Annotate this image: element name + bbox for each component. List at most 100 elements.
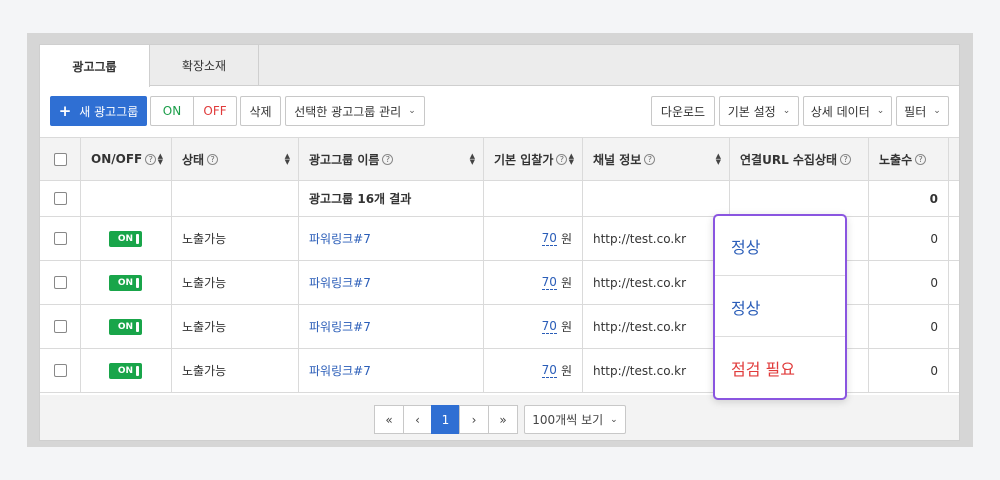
on-button[interactable]: ON xyxy=(151,97,194,125)
default-settings-label: 기본 설정 xyxy=(727,104,776,119)
pagination-bar: « ‹ 1 › » 100개씩 보기 ⌄ xyxy=(40,395,959,440)
new-ad-group-label: 새 광고그룹 xyxy=(79,104,139,119)
row-bid-cell: 70 원 xyxy=(484,261,583,304)
delete-button[interactable]: 삭제 xyxy=(240,96,281,126)
bid-unit: 원 xyxy=(560,276,572,290)
off-button[interactable]: OFF xyxy=(194,97,236,125)
onoff-toggle[interactable]: ON xyxy=(109,362,142,379)
default-settings-dropdown[interactable]: 기본 설정 ⌄ xyxy=(719,96,799,126)
page-1-button[interactable]: 1 xyxy=(431,405,460,434)
sort-icon[interactable]: ▲ ▼ xyxy=(470,153,475,166)
row-impressions: 0 xyxy=(869,261,949,304)
help-icon[interactable]: ? xyxy=(840,153,852,165)
chevron-down-icon: ⌄ xyxy=(610,414,618,425)
header-name[interactable]: 광고그룹 이름? ▲ ▼ xyxy=(299,138,484,180)
select-all-checkbox[interactable] xyxy=(53,152,67,166)
row-checkbox[interactable] xyxy=(53,232,67,245)
new-ad-group-button[interactable]: + 새 광고그룹 xyxy=(50,96,147,126)
row-impressions: 0 xyxy=(869,349,949,392)
detail-data-label: 상세 데이터 xyxy=(810,104,870,119)
bid-value[interactable]: 70 xyxy=(541,275,557,290)
summary-cell xyxy=(484,181,583,216)
page-size-dropdown[interactable]: 100개씩 보기 ⌄ xyxy=(524,405,626,434)
row-status: 노출가능 xyxy=(172,261,299,304)
row-bid-cell: 70 원 xyxy=(484,349,583,392)
row-status: 노출가능 xyxy=(172,305,299,348)
manage-selected-label: 선택한 광고그룹 관리 xyxy=(294,104,402,119)
header-onoff[interactable]: ON/OFF? ▲ ▼ xyxy=(81,138,172,180)
row-checkbox[interactable] xyxy=(53,320,67,333)
summary-cell xyxy=(949,181,959,216)
row-onoff-cell: ON xyxy=(81,217,172,260)
header-status[interactable]: 상태? ▲ ▼ xyxy=(172,138,299,180)
help-icon[interactable]: ? xyxy=(915,153,927,165)
url-status-popup: 정상 정상 점검 필요 xyxy=(713,214,847,400)
row-checkbox-cell xyxy=(40,305,81,348)
summary-cell xyxy=(730,181,869,216)
url-status-option[interactable]: 점검 필요 xyxy=(715,338,845,398)
summary-cell xyxy=(583,181,730,216)
manage-selected-dropdown[interactable]: 선택한 광고그룹 관리 ⌄ xyxy=(285,96,425,126)
onoff-toggle[interactable]: ON xyxy=(109,318,142,335)
bid-unit: 원 xyxy=(560,320,572,334)
header-url-status[interactable]: 연결URL 수집상태? xyxy=(730,138,869,180)
ad-group-name-link[interactable]: 파워링크#7 xyxy=(309,230,371,247)
summary-label: 광고그룹 16개 결과 xyxy=(299,181,484,216)
delete-label: 삭제 xyxy=(249,104,272,119)
sort-icon[interactable]: ▲ ▼ xyxy=(285,153,290,166)
help-icon[interactable]: ? xyxy=(145,153,157,165)
sort-icon[interactable]: ▲ ▼ xyxy=(158,153,163,166)
bid-value[interactable]: 70 xyxy=(541,363,557,378)
summary-impressions: 0 xyxy=(869,181,949,216)
ad-group-name-link[interactable]: 파워링크#7 xyxy=(309,362,371,379)
row-name-cell: 파워링크#7 xyxy=(299,261,484,304)
row-channel: http://test.co.kr xyxy=(583,217,730,260)
first-page-button[interactable]: « xyxy=(374,405,404,434)
help-icon[interactable]: ? xyxy=(644,153,656,165)
url-status-option[interactable]: 정상 xyxy=(715,277,845,337)
help-icon[interactable]: ? xyxy=(207,153,219,165)
row-checkbox-cell xyxy=(40,261,81,304)
header-bid[interactable]: 기본 입찰가? ▲ ▼ xyxy=(484,138,583,180)
header-channel[interactable]: 채널 정보? ▲ ▼ xyxy=(583,138,730,180)
header-channel-label: 채널 정보 xyxy=(593,152,642,167)
last-page-button[interactable]: » xyxy=(488,405,518,434)
sort-icon[interactable]: ▲ ▼ xyxy=(569,153,574,166)
bid-value[interactable]: 70 xyxy=(541,319,557,334)
row-channel: http://test.co.kr xyxy=(583,261,730,304)
header-overflow-cell xyxy=(949,138,959,180)
download-button[interactable]: 다운로드 xyxy=(651,96,715,126)
row-onoff-cell: ON xyxy=(81,349,172,392)
onoff-toggle[interactable]: ON xyxy=(109,274,142,291)
next-page-button[interactable]: › xyxy=(459,405,489,434)
summary-checkbox[interactable] xyxy=(53,192,67,205)
onoff-toggle[interactable]: ON xyxy=(109,230,142,247)
row-name-cell: 파워링크#7 xyxy=(299,349,484,392)
table-header-row: ON/OFF? ▲ ▼ 상태? ▲ ▼ 광고그룹 이름? ▲ ▼ 기본 입찰가? ▲ ▼ 채널 … xyxy=(40,137,959,181)
header-checkbox-cell xyxy=(40,138,81,180)
sort-icon[interactable]: ▲ ▼ xyxy=(716,153,721,166)
header-status-label: 상태 xyxy=(182,152,205,167)
row-onoff-cell: ON xyxy=(81,261,172,304)
tab-ad-group[interactable]: 광고그룹 xyxy=(40,45,150,87)
help-icon[interactable]: ? xyxy=(382,153,394,165)
bid-value[interactable]: 70 xyxy=(541,231,557,246)
filter-dropdown[interactable]: 필터 ⌄ xyxy=(896,96,949,126)
row-bid-cell: 70 원 xyxy=(484,217,583,260)
tab-extension[interactable]: 확장소재 xyxy=(150,45,259,86)
filter-label: 필터 xyxy=(904,104,927,119)
row-checkbox[interactable] xyxy=(53,276,67,289)
download-label: 다운로드 xyxy=(660,104,706,119)
url-status-option[interactable]: 정상 xyxy=(715,216,845,276)
header-impressions[interactable]: 노출수? xyxy=(869,138,949,180)
prev-page-button[interactable]: ‹ xyxy=(403,405,432,434)
detail-data-dropdown[interactable]: 상세 데이터 ⌄ xyxy=(803,96,892,126)
ad-group-name-link[interactable]: 파워링크#7 xyxy=(309,318,371,335)
row-checkbox[interactable] xyxy=(53,364,67,377)
help-icon[interactable]: ? xyxy=(556,153,568,165)
summary-cell xyxy=(81,181,172,216)
row-impressions: 0 xyxy=(869,305,949,348)
row-onoff-cell: ON xyxy=(81,305,172,348)
ad-group-name-link[interactable]: 파워링크#7 xyxy=(309,274,371,291)
header-name-label: 광고그룹 이름 xyxy=(309,152,380,167)
